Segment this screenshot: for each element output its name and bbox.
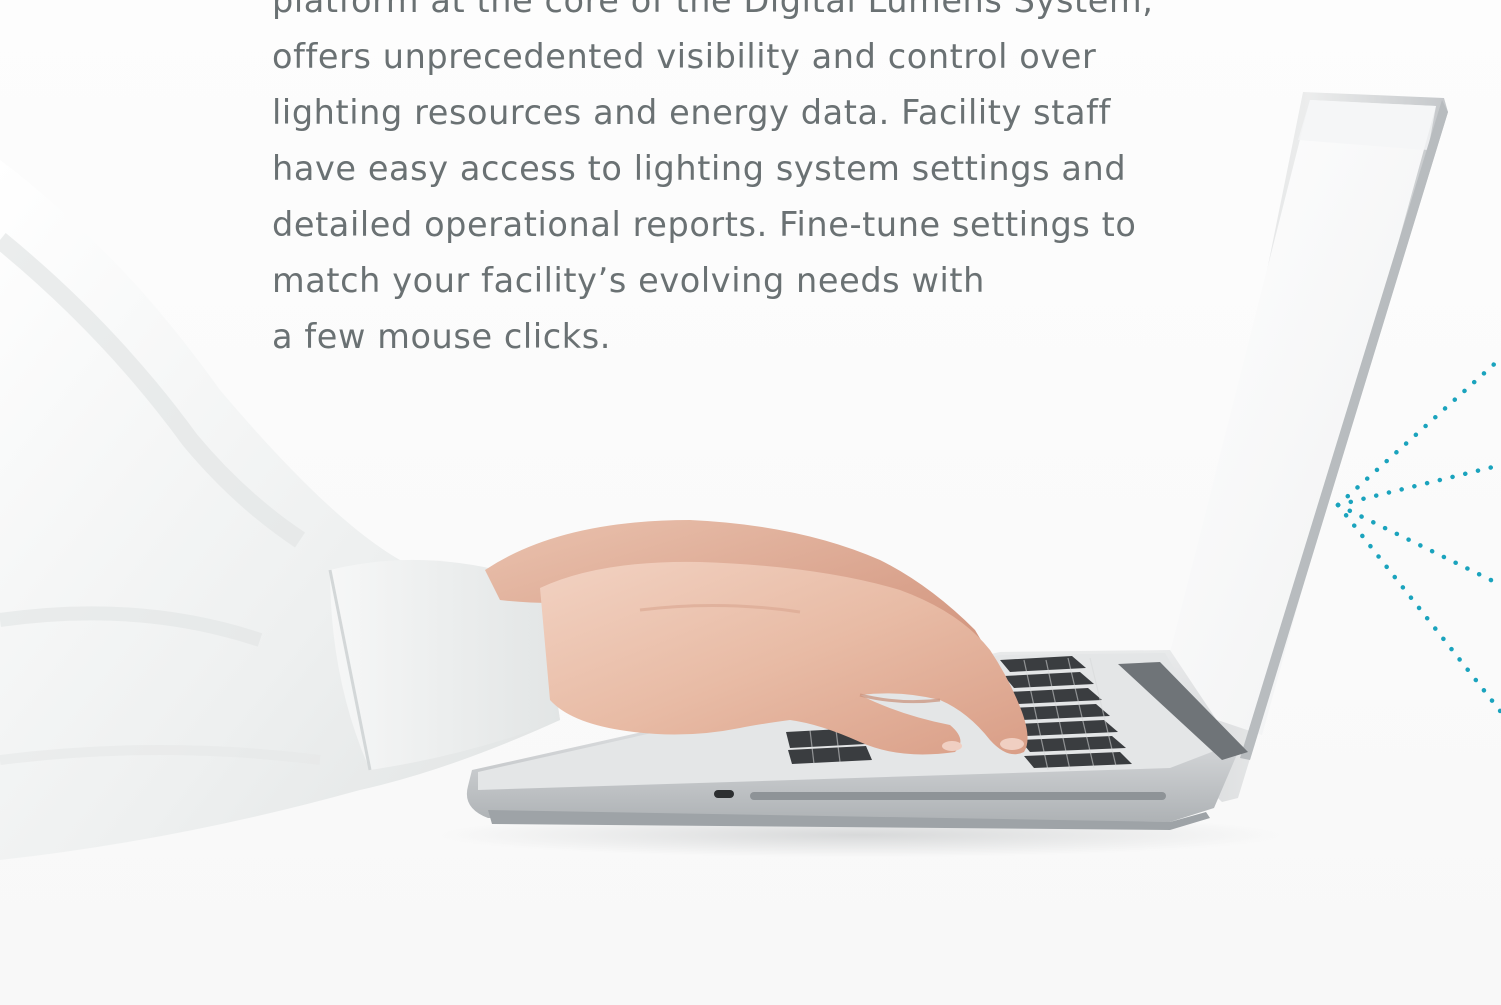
dotted-accent [1335, 355, 1501, 715]
laptop-typing-photo [0, 92, 1501, 860]
shirt-sleeve [0, 160, 560, 860]
laptop-lid [1158, 92, 1448, 802]
brochure-page: platform at the core of the Digital Lume… [0, 0, 1501, 1005]
